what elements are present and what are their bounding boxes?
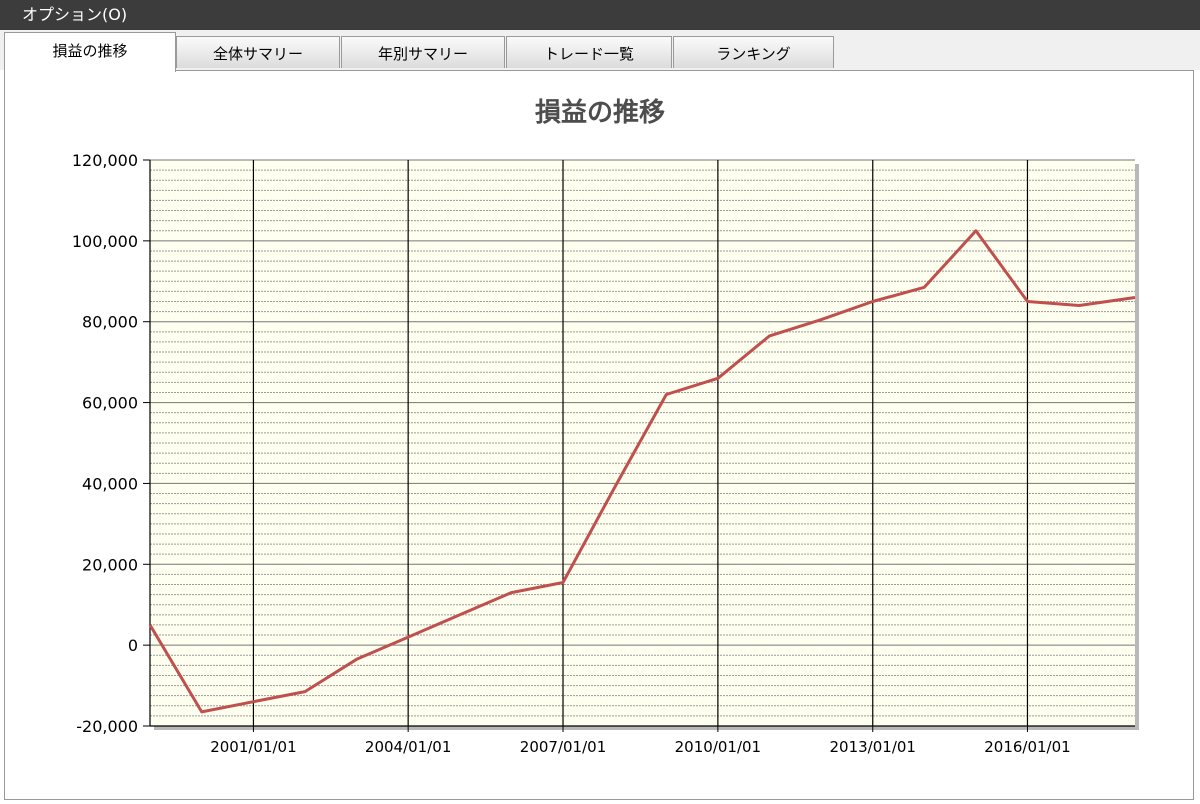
tab-pnl-trend[interactable]: 損益の推移 [4,32,176,72]
y-tick-label: 20,000 [82,555,138,574]
y-tick-label: 40,000 [82,474,138,493]
y-tick-label: -20,000 [76,717,138,736]
x-tick-label: 2007/01/01 [520,738,606,756]
y-tick-label: 100,000 [72,232,138,251]
x-tick-label: 2010/01/01 [675,738,761,756]
x-tick-label: 2013/01/01 [830,738,916,756]
y-tick-label: 0 [128,636,138,655]
x-tick-label: 2004/01/01 [365,738,451,756]
line-chart: 120,000 100,000 80,000 60,000 40,000 20,000 0 -… [72,151,1139,756]
y-tick-label: 60,000 [82,394,138,413]
y-tick-label: 120,000 [72,151,138,170]
y-tick-label: 80,000 [82,313,138,332]
x-tick-label: 2001/01/01 [210,738,296,756]
x-tick-label: 2016/01/01 [984,738,1070,756]
